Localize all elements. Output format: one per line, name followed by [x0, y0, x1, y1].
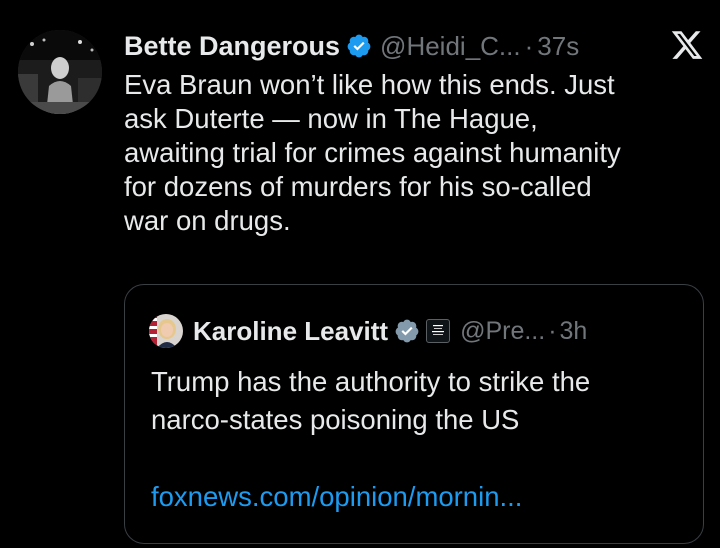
quoted-author-name[interactable]: Karoline Leavitt — [193, 316, 388, 347]
tweet-text-line: awaiting trial for crimes against humani… — [124, 137, 621, 168]
white-house-badge-icon[interactable] — [426, 319, 451, 343]
separator-dot: · — [524, 30, 534, 61]
tweet-text-line: ask Duterte — now in The Hague, — [124, 103, 538, 134]
tweet-text-line: Eva Braun won’t like how this ends. Just — [124, 69, 615, 100]
tweet-text: Eva Braun won’t like how this ends. Just… — [124, 68, 709, 238]
tweet-text-line: war on drugs. — [124, 205, 291, 236]
tweet-timestamp[interactable]: 37s — [537, 31, 579, 62]
quoted-tweet-text-line: Trump has the authority to strike the — [151, 366, 591, 397]
verified-badge-icon[interactable] — [394, 318, 420, 344]
x-logo-icon[interactable] — [670, 28, 704, 62]
quoted-author-avatar[interactable] — [149, 314, 183, 348]
tweet-header: Bette Dangerous @Heidi_C... · 37s — [124, 26, 704, 66]
quoted-tweet-text: Trump has the authority to strike the na… — [151, 363, 691, 439]
quoted-tweet-text-line: narco-states poisoning the US — [151, 404, 520, 435]
quoted-tweet-timestamp[interactable]: 3h — [560, 317, 588, 346]
author-avatar[interactable] — [18, 30, 102, 114]
tweet-text-line: for dozens of murders for his so-called — [124, 171, 592, 202]
tweet[interactable]: Bette Dangerous @Heidi_C... · 37s Eva Br… — [0, 0, 720, 548]
verified-badge-icon[interactable] — [346, 33, 372, 59]
white-house-badge-emblem — [429, 321, 447, 341]
quoted-tweet-header: Karoline Leavitt @Pre... · 3h — [149, 313, 587, 349]
author-handle[interactable]: @Heidi_C... — [380, 31, 521, 62]
author-name[interactable]: Bette Dangerous — [124, 31, 340, 62]
quoted-tweet-link[interactable]: foxnews.com/opinion/mornin... — [151, 481, 522, 513]
quoted-tweet-card[interactable]: Karoline Leavitt @Pre... · 3h Trump has … — [124, 284, 704, 544]
quoted-author-handle[interactable]: @Pre... — [460, 317, 545, 346]
separator-dot: · — [548, 316, 557, 345]
